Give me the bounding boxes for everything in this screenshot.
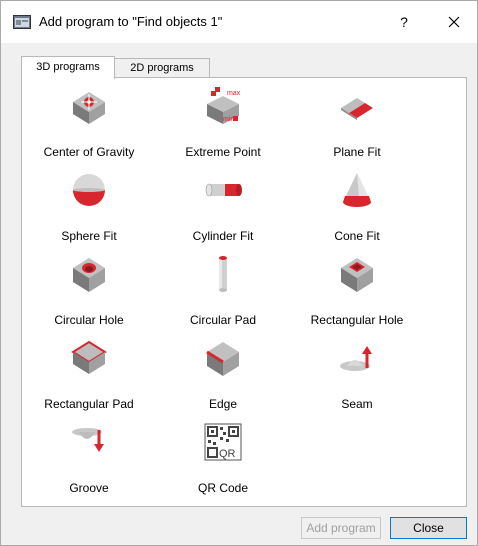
title-bar: Add program to "Find objects 1" ? (1, 1, 477, 43)
program-edge[interactable]: Edge (158, 334, 288, 416)
cone-fit-icon (343, 173, 371, 207)
plane-fit-icon (341, 98, 373, 120)
program-extreme-point[interactable]: max min Extreme Point (158, 82, 288, 164)
program-label: Circular Pad (189, 313, 257, 327)
tab-3d-programs[interactable]: 3D programs (21, 56, 115, 79)
extreme-point-icon: max min (207, 87, 241, 124)
program-qr-code[interactable]: QR QR Code (158, 418, 288, 500)
program-cylinder-fit[interactable]: Cylinder Fit (158, 166, 288, 248)
edge-icon (206, 342, 239, 376)
tab-2d-programs[interactable]: 2D programs (114, 58, 210, 77)
groove-icon (72, 428, 104, 452)
program-center-of-gravity[interactable]: Center of Gravity (24, 82, 154, 164)
qr-text: QR (219, 448, 236, 460)
program-circular-hole[interactable]: Circular Hole (24, 250, 154, 332)
min-text: min (223, 116, 234, 123)
program-label: QR Code (197, 481, 249, 495)
program-label: Cylinder Fit (192, 229, 254, 243)
program-label: Extreme Point (185, 145, 261, 159)
help-button[interactable]: ? (389, 11, 419, 33)
program-label: Center of Gravity (43, 145, 135, 159)
program-label: Cone Fit (334, 229, 380, 243)
rectangular-pad-icon (71, 340, 107, 374)
program-panel: Center of Gravity max min Extreme Point (21, 77, 467, 507)
add-program-button[interactable]: Add program (301, 517, 381, 539)
program-cone-fit[interactable]: Cone Fit (292, 166, 422, 248)
program-plane-fit[interactable]: Plane Fit (292, 82, 422, 164)
program-label: Circular Hole (54, 313, 124, 327)
window-title: Add program to "Find objects 1" (39, 14, 223, 29)
seam-icon (340, 346, 372, 371)
program-label: Plane Fit (333, 145, 381, 159)
program-label: Seam (341, 397, 373, 411)
program-label: Edge (208, 397, 238, 411)
program-circular-pad[interactable]: Circular Pad (158, 250, 288, 332)
program-groove[interactable]: Groove (24, 418, 154, 500)
close-button[interactable]: Close (390, 517, 467, 539)
app-window-icon (13, 15, 31, 29)
program-label: Rectangular Hole (310, 313, 404, 327)
center-of-gravity-icon (73, 92, 105, 124)
program-rectangular-pad[interactable]: Rectangular Pad (24, 334, 154, 416)
program-rectangular-hole[interactable]: Rectangular Hole (292, 250, 422, 332)
circular-pad-icon (219, 256, 227, 292)
circular-hole-icon (73, 258, 105, 292)
close-window-icon[interactable] (439, 11, 469, 33)
program-label: Sphere Fit (61, 229, 117, 243)
program-label: Rectangular Pad (44, 397, 134, 411)
cylinder-fit-icon (205, 183, 242, 197)
program-label: Groove (69, 481, 109, 495)
add-program-dialog: Add program to "Find objects 1" ? 3D pro… (0, 0, 478, 546)
qr-code-icon: QR (204, 423, 242, 461)
max-text: max (227, 90, 241, 97)
sphere-fit-icon (73, 174, 105, 206)
program-sphere-fit[interactable]: Sphere Fit (24, 166, 154, 248)
rectangular-hole-icon (341, 258, 373, 292)
program-seam[interactable]: Seam (292, 334, 422, 416)
